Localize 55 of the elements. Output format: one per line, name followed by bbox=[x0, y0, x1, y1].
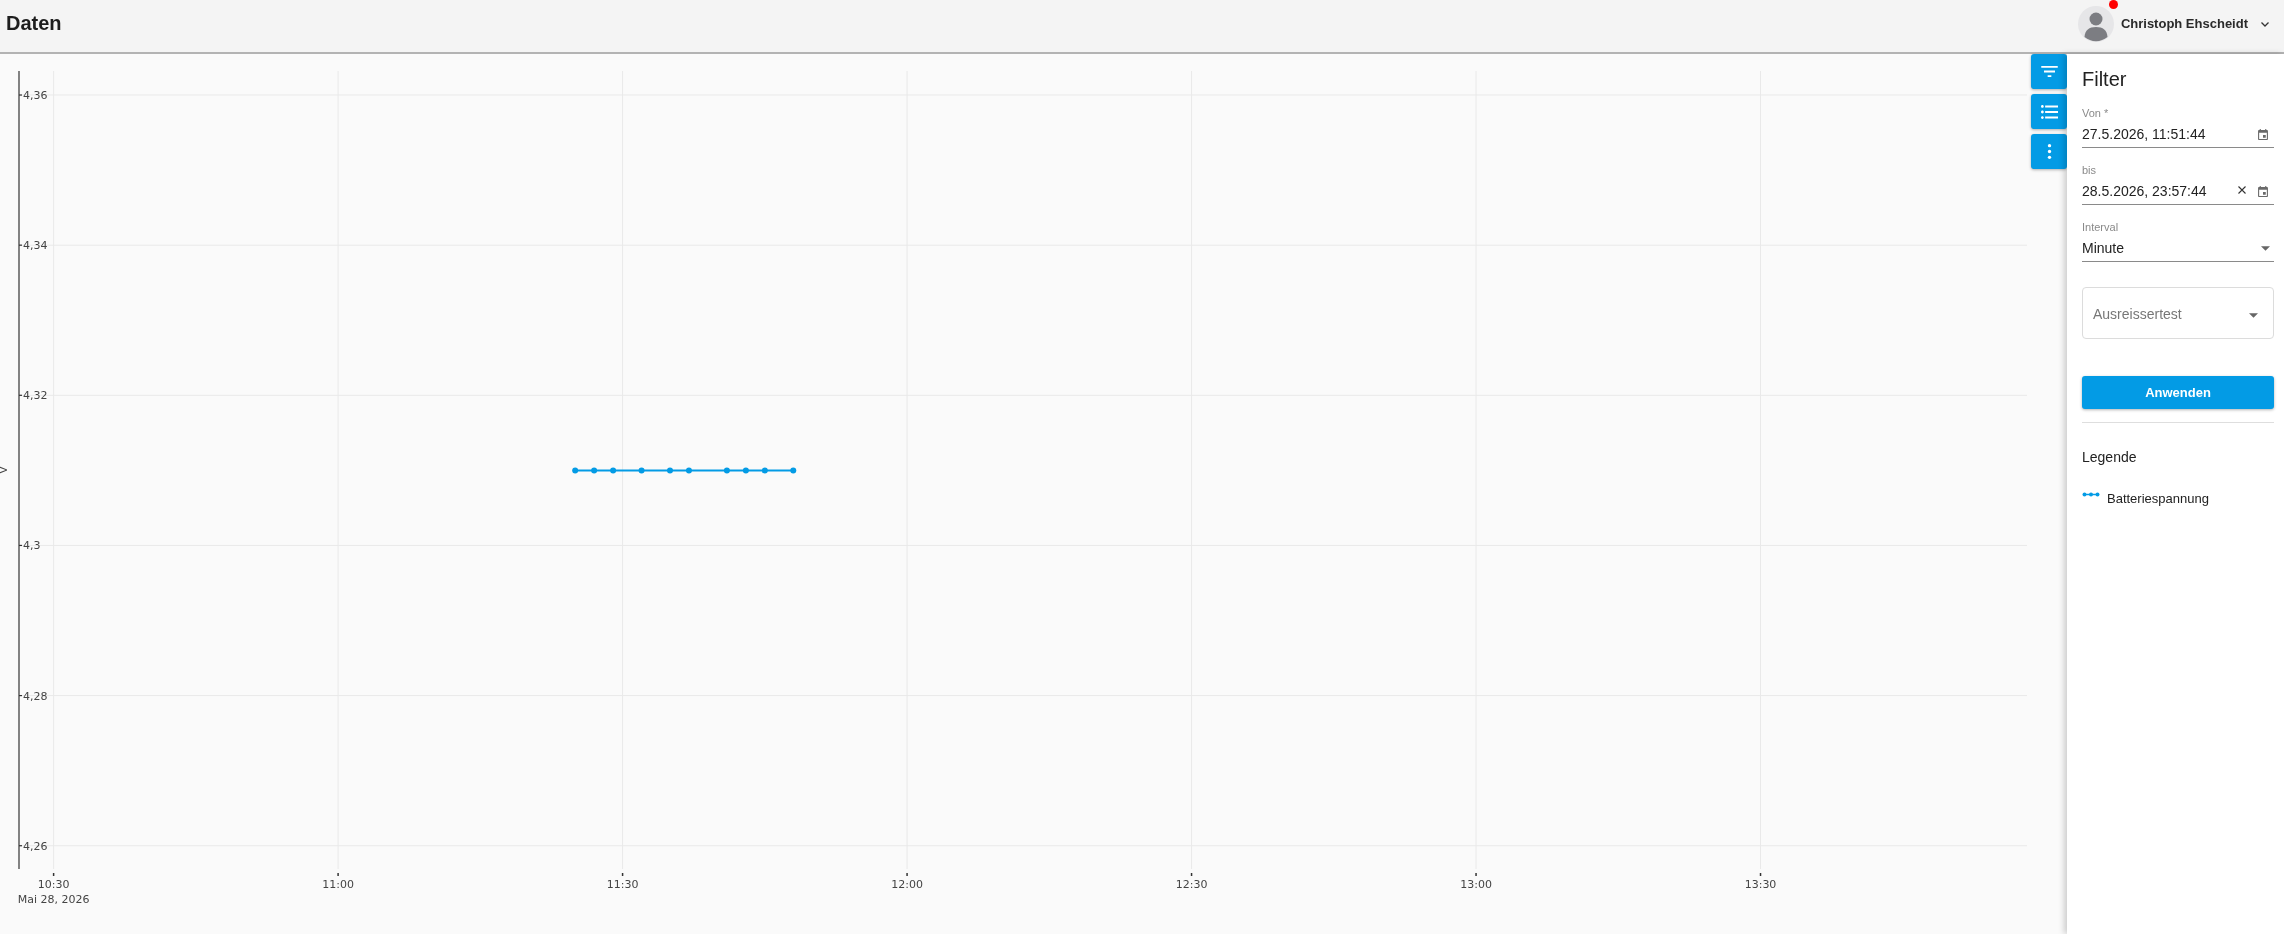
dropdown-arrow-icon[interactable] bbox=[2261, 246, 2270, 251]
x-tick-label: 13:00 bbox=[1460, 878, 1492, 891]
legend-title: Legende bbox=[2082, 449, 2137, 466]
user-name: Christoph Ehscheidt bbox=[2120, 15, 2248, 34]
x-tick-mark bbox=[337, 872, 339, 877]
x-date-label: Mai 28, 2026 bbox=[17, 893, 90, 906]
x-tick-mark bbox=[906, 872, 908, 877]
x-tick-label: 11:00 bbox=[322, 878, 354, 891]
field-label: Interval bbox=[2082, 221, 2119, 234]
calendar-icon[interactable] bbox=[2258, 186, 2268, 197]
data-point bbox=[572, 467, 579, 474]
field-label: bis bbox=[2082, 164, 2097, 177]
x-tick-mark bbox=[1475, 872, 1477, 877]
y-tick-label: 4,28 bbox=[23, 689, 48, 703]
field-label: Von * bbox=[2082, 107, 2109, 120]
user-avatar-icon[interactable] bbox=[2077, 6, 2114, 42]
x-tick-label: 12:30 bbox=[1175, 878, 1208, 891]
calendar-icon[interactable] bbox=[2258, 129, 2268, 140]
filter-button[interactable] bbox=[2031, 54, 2067, 89]
x-tick-label: 11:30 bbox=[606, 878, 639, 891]
y-tick-label: 4,26 bbox=[23, 839, 48, 853]
y-tick-label: 4,3 bbox=[23, 539, 41, 553]
panel-title: Filter bbox=[2082, 67, 2127, 91]
x-tick-mark bbox=[52, 872, 55, 877]
data-point bbox=[638, 467, 645, 474]
dropdown-arrow-icon[interactable] bbox=[2249, 313, 2258, 318]
x-tick-label: 12:00 bbox=[891, 878, 923, 891]
x-tick-mark bbox=[1759, 872, 1762, 877]
list-button[interactable] bbox=[2031, 94, 2067, 129]
filter-icon bbox=[2040, 66, 2058, 77]
data-point bbox=[742, 467, 749, 474]
legend-label[interactable]: Batteriespannung bbox=[2107, 491, 2209, 507]
x-tick-label: 10:30 bbox=[37, 878, 70, 891]
x-tick-label: 13:30 bbox=[1744, 878, 1777, 891]
x-tick-mark bbox=[621, 872, 624, 877]
list-icon bbox=[2040, 104, 2058, 119]
date-time-field[interactable]: 27.5.2026, 11:51:44 bbox=[2082, 124, 2274, 148]
x-tick-mark bbox=[1190, 872, 1193, 877]
y-tick-label: 4,34 bbox=[23, 239, 48, 253]
select-field[interactable]: Minute bbox=[2082, 238, 2274, 262]
data-point bbox=[610, 467, 617, 474]
page-title: Daten bbox=[5, 11, 62, 35]
data-point bbox=[790, 467, 797, 474]
date-time-field[interactable]: 28.5.2026, 23:57:44 bbox=[2082, 181, 2274, 205]
y-tick-label: 4,36 bbox=[23, 89, 48, 102]
y-tick-label: 4,32 bbox=[23, 389, 48, 403]
select-field[interactable]: Ausreissertest bbox=[2082, 287, 2274, 339]
chevron-down-icon[interactable] bbox=[2261, 21, 2269, 27]
data-point bbox=[723, 467, 730, 474]
data-point bbox=[685, 467, 692, 474]
data-point bbox=[591, 467, 598, 474]
data-point bbox=[761, 467, 768, 474]
clear-icon[interactable] bbox=[2238, 186, 2246, 194]
more-vertical-icon bbox=[2046, 144, 2052, 159]
data-point bbox=[667, 467, 673, 474]
